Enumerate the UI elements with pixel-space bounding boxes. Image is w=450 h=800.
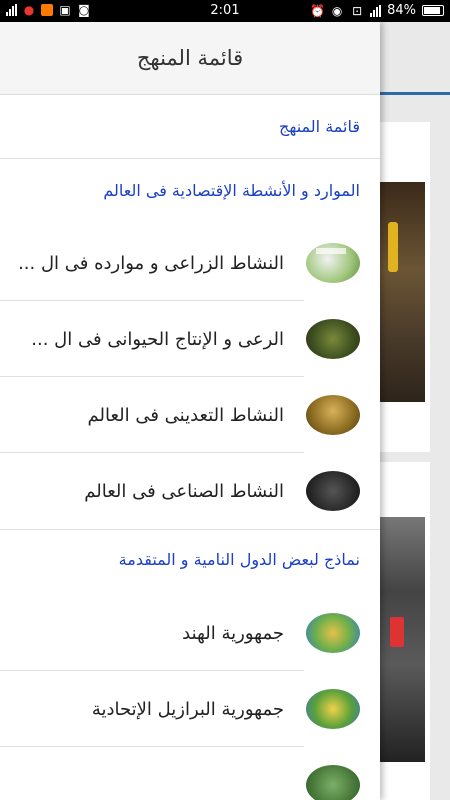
india-map-thumbnail-icon <box>306 613 360 653</box>
status-bar: ● ▣ ◙ 2:01 ⏰ ◉ ⊡ 84% <box>0 0 450 22</box>
mining-image <box>380 182 425 402</box>
menu-item-livestock[interactable]: الرعى و الإنتاج الحيوانى فى ال ... <box>0 301 380 377</box>
eye-icon: ◉ <box>331 3 343 18</box>
section-countries-label: نماذج لبعض الدول النامية و المتقدمة <box>118 550 360 569</box>
menu-item-label: النشاط التعدينى فى العالم <box>87 404 285 426</box>
appbar-accent-line <box>380 92 450 95</box>
battery-percent: 84% <box>387 3 416 18</box>
alarm-icon: ⏰ <box>310 3 326 18</box>
menu-item-label: جمهورية الهند <box>182 622 284 644</box>
cast-icon: ⊡ <box>352 3 363 18</box>
section-resources-heading: الموارد و الأنشطة الإقتصادية فى العالم <box>0 159 380 221</box>
navigation-drawer: قائمة المنهج قائمة المنهج الموارد و الأن… <box>0 22 380 800</box>
section-countries-heading: نماذج لبعض الدول النامية و المتقدمة <box>0 529 380 589</box>
drawer-title: قائمة المنهج <box>136 46 244 70</box>
agriculture-thumbnail-icon <box>306 243 360 283</box>
section-resources-label: الموارد و الأنشطة الإقتصادية فى العالم <box>103 180 360 200</box>
menu-item-brazil[interactable]: جمهورية البرازيل الإتحادية <box>0 671 380 747</box>
cell-signal-icon <box>370 4 382 17</box>
industry-thumbnail-icon <box>306 471 360 511</box>
livestock-thumbnail-icon <box>306 319 360 359</box>
brazil-map-thumbnail-icon <box>306 689 360 729</box>
menu-item-label: النشاط الصناعى فى العالم <box>84 480 284 502</box>
battery-icon <box>422 5 444 16</box>
machinery-image <box>380 517 425 762</box>
menu-item-mining[interactable]: النشاط التعدينى فى العالم <box>0 377 380 453</box>
menu-item-india[interactable]: جمهورية الهند <box>0 595 380 671</box>
menu-item-agriculture[interactable]: النشاط الزراعى و موارده فى ال ... <box>0 225 380 301</box>
map-thumbnail-icon <box>306 765 360 800</box>
mining-thumbnail-icon <box>306 395 360 435</box>
menu-item-industry[interactable]: النشاط الصناعى فى العالم <box>0 453 380 529</box>
menu-item-country-3[interactable] <box>0 747 380 800</box>
status-right: ⏰ ◉ ⊡ 84% <box>310 3 444 18</box>
section-curriculum-label: قائمة المنهج <box>279 117 360 136</box>
menu-item-label: النشاط الزراعى و موارده فى ال ... <box>18 252 284 274</box>
section-curriculum[interactable]: قائمة المنهج <box>0 95 380 159</box>
menu-item-label: جمهورية البرازيل الإتحادية <box>91 698 284 720</box>
drawer-header: قائمة المنهج <box>0 22 380 95</box>
menu-item-label: الرعى و الإنتاج الحيوانى فى ال ... <box>31 328 284 350</box>
